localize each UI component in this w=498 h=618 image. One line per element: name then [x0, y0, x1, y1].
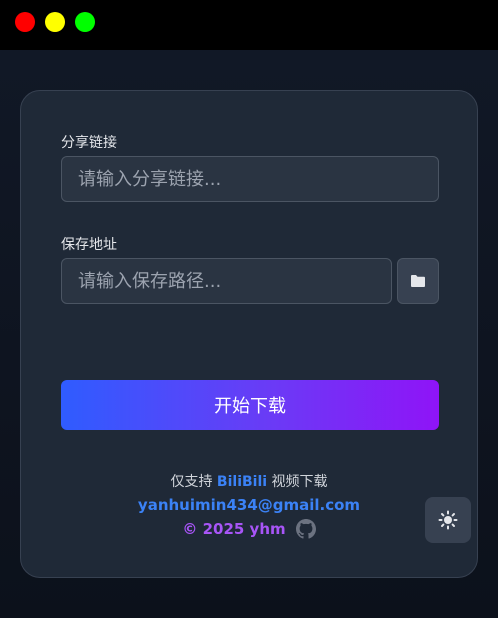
download-card: 分享链接 保存地址 开始下载 仅支持 BiliBili 视频下载 yanhuim…	[20, 90, 478, 578]
copyright-row: © 2025 yhm	[21, 519, 477, 539]
support-suffix: 视频下载	[267, 474, 328, 490]
github-icon[interactable]	[295, 519, 316, 539]
support-brand: BiliBili	[216, 474, 268, 490]
save-path-label: 保存地址	[61, 237, 117, 253]
app-content: 分享链接 保存地址 开始下载 仅支持 BiliBili 视频下载 yanhuim…	[0, 50, 498, 618]
folder-icon	[411, 275, 425, 287]
window-titlebar	[0, 0, 498, 50]
share-link-label: 分享链接	[61, 135, 117, 151]
sun-icon	[438, 510, 458, 530]
minimize-window-button[interactable]	[45, 12, 65, 32]
save-path-input[interactable]	[61, 258, 392, 304]
start-download-button[interactable]: 开始下载	[61, 380, 439, 430]
browse-folder-button[interactable]	[397, 258, 439, 304]
close-window-button[interactable]	[15, 12, 35, 32]
contact-email-link[interactable]: yanhuimin434@gmail.com	[21, 496, 477, 514]
share-link-input[interactable]	[61, 156, 439, 202]
support-prefix: 仅支持	[170, 474, 217, 490]
support-note: 仅支持 BiliBili 视频下载	[21, 471, 477, 491]
theme-toggle-button[interactable]	[425, 497, 471, 543]
maximize-window-button[interactable]	[75, 12, 95, 32]
copyright-text: © 2025 yhm	[182, 520, 286, 538]
